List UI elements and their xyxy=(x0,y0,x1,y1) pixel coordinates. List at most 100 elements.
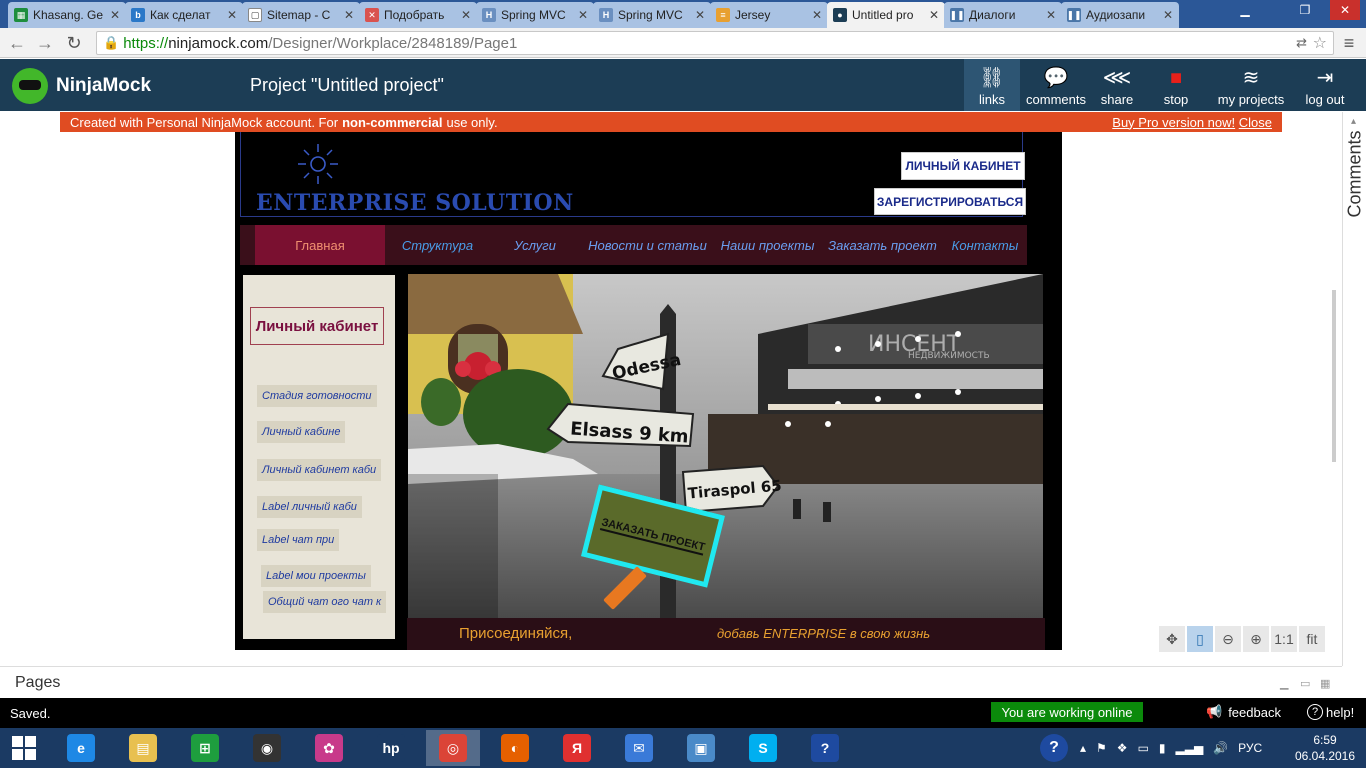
stop-button[interactable]: ■ stop xyxy=(1148,59,1204,111)
taskbar-app[interactable]: ⊞ xyxy=(178,730,232,766)
comments-label[interactable]: Comments xyxy=(1345,130,1366,217)
zoom-in-icon[interactable]: ⊕ xyxy=(1243,626,1269,652)
mockup-menu-item[interactable]: Главная xyxy=(255,225,385,265)
browser-tab[interactable]: H Spring MVC ✕ xyxy=(593,2,711,28)
mockup-page[interactable]: ENTERPRISE SOLUTION ЛИЧНЫЙ КАБИНЕТ ЗАРЕГ… xyxy=(235,132,1062,650)
links-button[interactable]: ⛓ links xyxy=(964,59,1020,111)
taskbar-app[interactable]: ◉ xyxy=(240,730,294,766)
device-icon[interactable]: ▯ xyxy=(1187,626,1213,652)
tab-close-icon[interactable]: ✕ xyxy=(227,8,237,22)
mockup-menu-item[interactable]: Услуги xyxy=(495,225,575,265)
sidebar-link[interactable]: Label мои проекты xyxy=(261,565,371,587)
browser-tab[interactable]: ❚❚ Аудиозапи ✕ xyxy=(1061,2,1179,28)
browser-tab[interactable]: H Spring MVC ✕ xyxy=(476,2,594,28)
taskbar-app[interactable]: ✿ xyxy=(302,730,356,766)
browser-tab[interactable]: ❚❚ Диалоги ✕ xyxy=(944,2,1062,28)
forward-icon[interactable]: → xyxy=(34,32,56,54)
fit-button[interactable]: fit xyxy=(1299,626,1325,652)
zoom-out-icon[interactable]: ⊖ xyxy=(1215,626,1241,652)
volume-icon[interactable]: 🔊 xyxy=(1213,741,1228,755)
ninjamock-logo[interactable]: NinjaMock xyxy=(12,68,151,104)
reload-icon[interactable]: ↻ xyxy=(63,32,85,54)
browser-tab[interactable]: ● Untitled pro ✕ xyxy=(827,2,945,28)
register-button[interactable]: ЗАРЕГИСТРИРОВАТЬСЯ xyxy=(874,188,1026,215)
taskbar-app[interactable]: ? xyxy=(798,730,852,766)
comments-button[interactable]: 💬 comments xyxy=(1022,59,1090,111)
minimize-icon[interactable]: ▁ xyxy=(1230,0,1260,20)
start-button[interactable] xyxy=(0,730,48,766)
my-projects-button[interactable]: ≋ my projects xyxy=(1212,59,1290,111)
browser-tab[interactable]: ✕ Подобрать ✕ xyxy=(359,2,477,28)
tab-close-icon[interactable]: ✕ xyxy=(695,8,705,22)
log-out-button[interactable]: ⇥ log out xyxy=(1292,59,1358,111)
vertical-scrollbar[interactable] xyxy=(1332,290,1336,462)
back-icon[interactable]: ← xyxy=(6,32,28,54)
sidebar-link[interactable]: Общий чат ого чат к xyxy=(263,591,387,613)
sidebar-link[interactable]: Label чат при xyxy=(257,529,340,551)
chrome-menu-icon[interactable]: ≡ xyxy=(1338,32,1360,54)
actual-size-button[interactable]: 1:1 xyxy=(1271,626,1297,652)
taskbar-app[interactable]: S xyxy=(736,730,790,766)
taskbar-app[interactable]: ✉ xyxy=(612,730,666,766)
tray-help-icon[interactable]: ? xyxy=(1040,734,1068,762)
taskbar-app[interactable]: hp xyxy=(364,730,418,766)
mockup-menu-item[interactable]: Структура xyxy=(390,225,485,265)
tray-expand-icon[interactable]: ▴ xyxy=(1080,741,1086,755)
sidebar-link[interactable]: Личный кабинет каби xyxy=(257,459,382,481)
browser-tab[interactable]: b Как сделат ✕ xyxy=(125,2,243,28)
pages-label[interactable]: Pages xyxy=(15,674,60,692)
taskbar-app[interactable]: ▣ xyxy=(674,730,728,766)
tab-close-icon[interactable]: ✕ xyxy=(578,8,588,22)
collapse-icon[interactable]: ▴ xyxy=(1351,116,1356,127)
account-button[interactable]: ЛИЧНЫЙ КАБИНЕТ xyxy=(901,152,1025,180)
browser-tab[interactable]: ≡ Jersey ✕ xyxy=(710,2,828,28)
sidebar-link[interactable]: Label личный каби xyxy=(257,496,362,518)
address-bar[interactable]: 🔒 https://ninjamock.com/Designer/Workpla… xyxy=(96,31,1334,55)
taskbar-app[interactable]: ◐ xyxy=(488,730,542,766)
sidebar-title[interactable]: Личный кабинет xyxy=(250,307,384,345)
sidebar-link[interactable]: Личный кабине xyxy=(257,421,346,443)
mockup-menu-item[interactable]: Новости и статьи xyxy=(585,225,710,265)
tab-close-icon[interactable]: ✕ xyxy=(812,8,822,22)
dropbox-icon[interactable]: ❖ xyxy=(1117,741,1128,755)
comments-panel[interactable]: ▴ Comments xyxy=(1342,112,1366,666)
translate-icon[interactable]: ⇄ xyxy=(1296,35,1307,51)
mockup-header: ENTERPRISE SOLUTION ЛИЧНЫЙ КАБИНЕТ ЗАРЕГ… xyxy=(240,132,1026,217)
taskbar-app[interactable]: Я xyxy=(550,730,604,766)
battery-icon[interactable]: ▮ xyxy=(1159,741,1166,755)
pan-icon[interactable]: ✥ xyxy=(1159,626,1185,652)
hero-image[interactable]: ИНСЕНТ НЕДВИЖИМОСТЬ Odessa Elsass 9 km T… xyxy=(408,274,1043,618)
tab-close-icon[interactable]: ✕ xyxy=(110,8,120,22)
clock[interactable]: 6:59 06.04.2016 xyxy=(1290,732,1360,764)
tab-close-icon[interactable]: ✕ xyxy=(929,8,939,22)
mockup-menu-item[interactable]: Наши проекты xyxy=(715,225,820,265)
tab-close-icon[interactable]: ✕ xyxy=(461,8,471,22)
grid-view-icon[interactable]: ▦ xyxy=(1320,677,1332,690)
share-button[interactable]: ⋘ share xyxy=(1090,59,1144,111)
sidebar-link[interactable]: Стадия готовности xyxy=(257,385,377,407)
tab-close-icon[interactable]: ✕ xyxy=(1163,8,1173,22)
restore-panel-icon[interactable]: ▭ xyxy=(1300,677,1312,690)
taskbar-app[interactable]: e xyxy=(54,730,108,766)
signal-icon[interactable]: ▂▃▅ xyxy=(1176,741,1204,755)
camera-app-icon: ◉ xyxy=(253,734,281,762)
mockup-menu-item[interactable]: Контакты xyxy=(945,225,1025,265)
flag-icon[interactable]: ⚑ xyxy=(1096,741,1107,755)
restore-icon[interactable]: ❐ xyxy=(1290,0,1320,20)
close-notice-link[interactable]: Close xyxy=(1239,115,1272,130)
minimize-panel-icon[interactable]: ▁ xyxy=(1280,677,1292,690)
taskbar-app[interactable]: ◎ xyxy=(426,730,480,766)
bookmark-star-icon[interactable]: ☆ xyxy=(1313,33,1327,53)
buy-pro-link[interactable]: Buy Pro version now! xyxy=(1112,115,1235,130)
mockup-menu-item[interactable]: Заказать проект xyxy=(825,225,940,265)
help-button[interactable]: ? help! xyxy=(1307,704,1354,720)
browser-tab[interactable]: ▢ Sitemap - C ✕ xyxy=(242,2,360,28)
tab-close-icon[interactable]: ✕ xyxy=(344,8,354,22)
browser-tab[interactable]: ▦ Khasang. Ge ✕ xyxy=(8,2,126,28)
language-indicator[interactable]: РУС xyxy=(1238,741,1262,755)
close-window-icon[interactable]: ✕ xyxy=(1330,0,1360,20)
tab-close-icon[interactable]: ✕ xyxy=(1046,8,1056,22)
network-icon[interactable]: ▭ xyxy=(1138,741,1149,755)
feedback-button[interactable]: 📢 feedback xyxy=(1206,704,1281,720)
taskbar-app[interactable]: ▤ xyxy=(116,730,170,766)
